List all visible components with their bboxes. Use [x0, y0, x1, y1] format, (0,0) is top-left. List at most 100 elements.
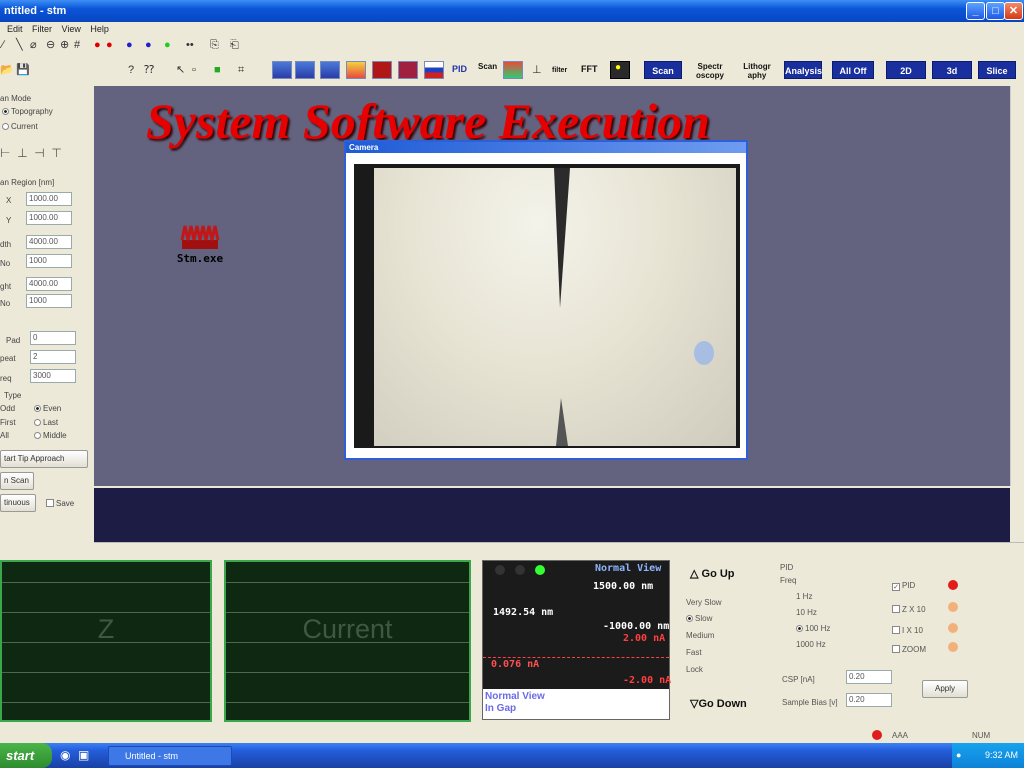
all-radio[interactable]: All [0, 431, 9, 440]
freq-1hz-radio[interactable]: 1 Hz [796, 592, 812, 601]
height-input[interactable]: 4000.00 [26, 277, 72, 291]
go-down-button[interactable]: ▽Go Down [690, 697, 747, 710]
fft-button[interactable]: FFT [581, 65, 598, 74]
filter-button[interactable]: filter [552, 66, 567, 75]
workspace-vertical-scrollbar[interactable] [1010, 86, 1024, 486]
menu-filter[interactable]: Filter [32, 24, 52, 34]
pad-input[interactable]: 0 [30, 331, 76, 345]
tool-icon-3[interactable] [320, 61, 340, 79]
save-checkbox[interactable]: Save [46, 499, 74, 508]
start-tip-approach-button[interactable]: tart Tip Approach [0, 450, 88, 468]
zx10-checkbox[interactable]: Z X 10 [892, 605, 926, 614]
zoom-out-icon[interactable]: ⊖ [46, 37, 55, 53]
output-console[interactable] [94, 488, 1010, 542]
paste-icon[interactable]: ⎗ [230, 37, 239, 53]
lithography-button[interactable]: Lithogr aphy [736, 62, 778, 80]
quicklaunch-browser-icon[interactable]: ◉ [60, 748, 70, 762]
freq-10hz-radio[interactable]: 10 Hz [796, 608, 817, 617]
red-dot-icon[interactable]: ● [94, 37, 101, 53]
2d-button[interactable]: 2D [886, 61, 926, 79]
slice-button[interactable]: Slice [978, 61, 1016, 79]
eraser-icon[interactable]: ⌀ [30, 37, 37, 53]
blue-dot-icon[interactable]: ● [145, 37, 152, 53]
window-titlebar[interactable]: ntitled - stm _ □ ✕ [0, 0, 1024, 22]
3d-button[interactable]: 3d [932, 61, 972, 79]
middle-radio[interactable]: Middle [34, 431, 67, 440]
shapes-icon[interactable]: ▫ [192, 62, 196, 78]
freq-1000hz-radio[interactable]: 1000 Hz [796, 640, 826, 649]
open-icon[interactable]: 📂 [0, 62, 14, 78]
y-number-input[interactable]: 1000 [26, 294, 72, 308]
continuous-button[interactable]: tinuous [0, 494, 36, 512]
grid-icon[interactable]: # [74, 37, 80, 53]
even-radio[interactable]: Even [34, 404, 61, 413]
tool-icon-5[interactable] [372, 61, 392, 79]
taskbar-item-stm[interactable]: Untitled - stm [108, 746, 232, 766]
sample-bias-input[interactable]: 0.20 [846, 693, 892, 707]
close-button[interactable]: ✕ [1004, 2, 1023, 20]
current-radio[interactable]: Current [2, 122, 38, 131]
tool-icon-6[interactable] [398, 61, 418, 79]
tool-icon-4[interactable] [346, 61, 366, 79]
flag-icon[interactable] [424, 61, 444, 79]
speed-lock-radio[interactable]: Lock [686, 665, 703, 674]
freq-100hz-radio[interactable]: 100 Hz [796, 624, 830, 633]
speed-slow-radio[interactable]: Slow [686, 614, 712, 623]
y-input[interactable]: 1000.00 [26, 211, 72, 225]
x-number-input[interactable]: 1000 [26, 254, 72, 268]
help-icon[interactable]: ? [128, 62, 134, 78]
blue-dot-icon[interactable]: ● [126, 37, 133, 53]
x-input[interactable]: 1000.00 [26, 192, 72, 206]
maximize-button[interactable]: □ [986, 2, 1005, 20]
line-icon[interactable]: ╲ [16, 37, 23, 53]
green-square-icon[interactable]: ■ [214, 62, 221, 78]
console-scrollbar[interactable] [1010, 488, 1024, 542]
repeat-input[interactable]: 2 [30, 350, 76, 364]
quicklaunch-desktop-icon[interactable]: ▣ [78, 748, 89, 762]
zoom-checkbox[interactable]: ZOOM [892, 645, 926, 654]
width-input[interactable]: 4000.00 [26, 235, 72, 249]
camera-window[interactable]: Camera [344, 140, 748, 460]
minimize-button[interactable]: _ [966, 2, 985, 20]
stm-exe-shortcut[interactable]: Stm.exe [155, 220, 245, 270]
last-radio[interactable]: Last [34, 418, 58, 427]
horizontal-scrollbar[interactable] [94, 542, 1024, 554]
start-button[interactable]: start [0, 743, 52, 768]
all-off-button[interactable]: All Off [832, 61, 874, 79]
pen-icon[interactable]: ∕ [2, 37, 4, 53]
scan-button[interactable]: Scan [644, 61, 682, 79]
camera-titlebar[interactable]: Camera [346, 142, 746, 153]
scan-ico-button[interactable]: Scan [478, 62, 497, 71]
context-help-icon[interactable]: ⁇ [144, 62, 154, 78]
speed-medium-radio[interactable]: Medium [686, 631, 714, 640]
speed-fast-radio[interactable]: Fast [686, 648, 702, 657]
menu-edit[interactable]: Edit [7, 24, 23, 34]
ix10-checkbox[interactable]: I X 10 [892, 626, 923, 635]
green-dot-icon[interactable]: ● [164, 37, 171, 53]
copy-icon[interactable]: ⎘ [210, 37, 219, 53]
apply-button[interactable]: Apply [922, 680, 968, 698]
menu-help[interactable]: Help [90, 24, 109, 34]
tray-network-icon[interactable]: ● [956, 743, 961, 768]
dots-icon[interactable]: •• [186, 37, 194, 53]
topography-radio[interactable]: Topography [2, 107, 53, 116]
save-icon[interactable]: 💾 [16, 62, 30, 78]
axis-icon[interactable]: ⊥ [532, 62, 542, 78]
menu-view[interactable]: View [62, 24, 81, 34]
tool-icon-1[interactable] [272, 61, 292, 79]
scan-start-button[interactable]: n Scan [0, 472, 34, 490]
crop-icon[interactable]: ⌗ [238, 62, 244, 78]
pid-checkbox[interactable]: ✓ PID [892, 581, 915, 591]
align-icons[interactable]: ⊢ ⊥ ⊣ ⊤ [0, 146, 62, 160]
zoom-in-icon[interactable]: ⊕ [60, 37, 69, 53]
yellow-tool-icon[interactable]: ● [610, 61, 630, 79]
analysis-button[interactable]: Analysis [784, 61, 822, 79]
pid-button[interactable]: PID [452, 65, 467, 74]
frequency-input[interactable]: 3000 [30, 369, 76, 383]
first-radio[interactable]: First [0, 418, 16, 427]
red-dot-icon[interactable]: ● [106, 37, 113, 53]
tool-icon-7[interactable] [503, 61, 523, 79]
speed-very-slow-radio[interactable]: Very Slow [686, 598, 722, 607]
spectroscopy-button[interactable]: Spectr oscopy [689, 62, 731, 80]
odd-radio[interactable]: Odd [0, 404, 15, 413]
